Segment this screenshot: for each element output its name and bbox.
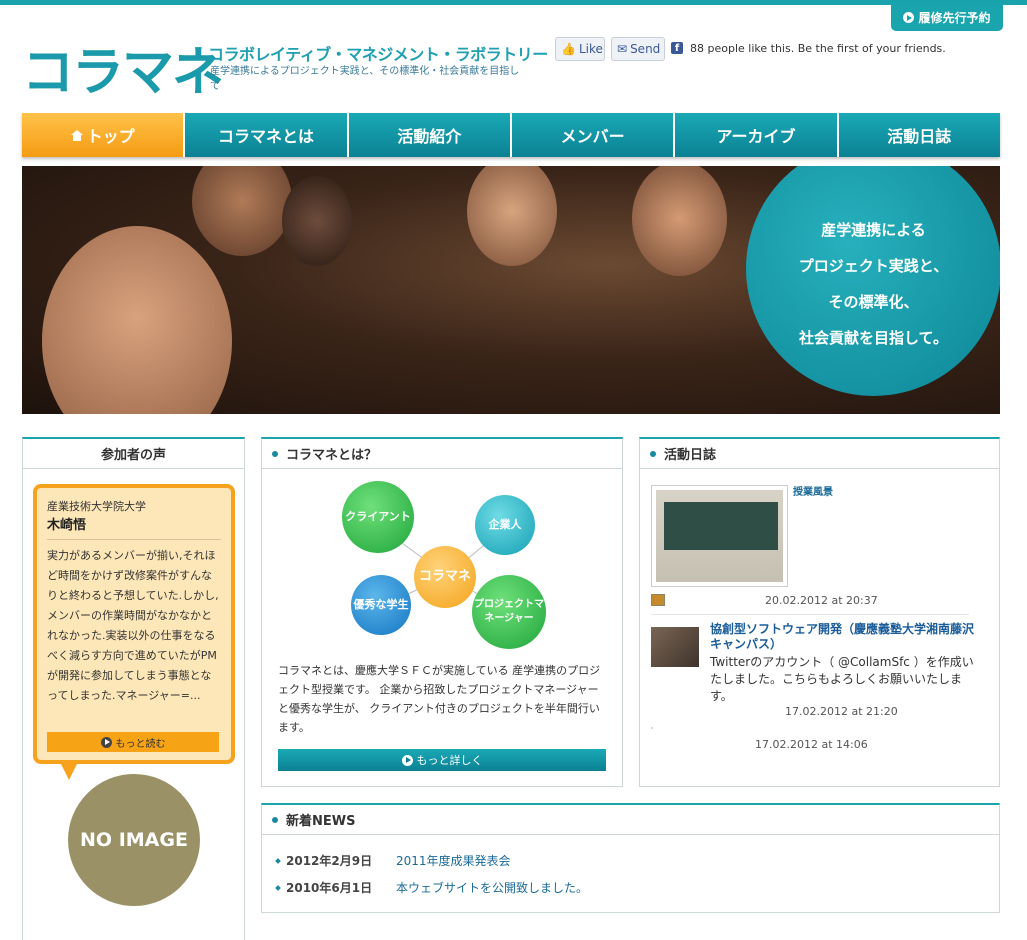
diagram-node-center: コラマネ: [414, 546, 476, 608]
activity-diary-panel: 活動日誌 授業風景 20.02.2012 at 20:37 協創型ソフトウェア開…: [639, 437, 1000, 787]
site-logo[interactable]: コラマネ: [22, 30, 224, 105]
panel-title: 活動日誌: [640, 439, 999, 469]
facebook-send-button[interactable]: ✉ Send: [611, 37, 665, 61]
nav-top[interactable]: トップ: [22, 113, 186, 157]
nav-diary[interactable]: 活動日誌: [838, 113, 1000, 157]
classroom-photo[interactable]: [651, 485, 788, 587]
nav-top-label: トップ: [86, 127, 135, 146]
bullet-icon: [272, 816, 278, 823]
diamond-icon: [275, 884, 281, 891]
read-more-button[interactable]: もっと読む: [47, 732, 219, 752]
about-description: コラマネとは、慶應大学ＳＦＣが実施している 産学連携のプロジェクト型授業です。 …: [278, 664, 601, 734]
diary-entry-date: 17.02.2012 at 14:06: [755, 738, 868, 751]
hero-line: その標準化、: [828, 292, 919, 311]
bullet-icon: [272, 450, 278, 457]
participant-voice-panel: 参加者の声 産業技術大学院大学 木崎悟 実力があるメンバーが揃い,それほど時間を…: [22, 437, 245, 940]
hero-line: 産学連携による: [821, 220, 926, 239]
hero-photo-person: [467, 166, 557, 266]
nav-about[interactable]: コラマネとは: [185, 113, 349, 157]
bullet-icon: [650, 450, 656, 457]
home-icon: [70, 129, 83, 141]
diary-entry-date: 20.02.2012 at 20:37: [765, 594, 878, 607]
panel-title: コラマネとは？: [262, 439, 622, 469]
hero-line: 社会貢献を目指して。: [798, 328, 949, 347]
no-image-placeholder: NO IMAGE: [68, 774, 200, 906]
chalkboard-image: [664, 502, 778, 550]
main-nav: トップ コラマネとは 活動紹介 メンバー アーカイブ 活動日誌: [22, 113, 1000, 157]
hero-photo-person: [282, 176, 352, 266]
logo-tagline: 産学連携によるプロジェクト実践と、その標準化・社会貢献を目指して: [210, 66, 520, 92]
news-title: 新着NEWS: [286, 814, 356, 829]
divider: [651, 614, 969, 615]
diagram-node-company: 企業人: [475, 495, 535, 555]
hero-banner: 産学連携による プロジェクト実践と、 その標準化、 社会貢献を目指して。: [22, 166, 1000, 414]
diary-entry-title[interactable]: 協創型ソフトウェア開発（慶應義塾大学湘南藤沢キャンパス）: [710, 622, 980, 652]
diagram-node-pm: プロジェクトマネージャー: [472, 575, 546, 649]
nav-activities[interactable]: 活動紹介: [348, 113, 512, 157]
facebook-like-button[interactable]: 👍 Like: [555, 37, 605, 61]
about-title: コラマネとは？: [286, 448, 378, 463]
hero-photo-person: [42, 226, 232, 414]
nav-archive[interactable]: アーカイブ: [675, 113, 839, 157]
news-item: 2010年6月1日 本ウェブサイトを公開致しました。: [275, 879, 588, 896]
hero-message-circle: 産学連携による プロジェクト実践と、 その標準化、 社会貢献を目指して。: [746, 166, 1000, 396]
news-link[interactable]: 2011年度成果発表会: [396, 852, 511, 869]
panel-title: 参加者の声: [23, 439, 244, 469]
facebook-like-count: 88 people like this. Be the first of you…: [690, 42, 946, 55]
testimonial-name: 木崎悟: [47, 514, 221, 540]
play-icon: [401, 754, 413, 766]
classroom-photo-inner: [656, 490, 783, 582]
play-icon: [903, 12, 915, 23]
panel-title: 新着NEWS: [262, 805, 999, 835]
diary-entry-body: Twitterのアカウント（ @CollamSfc ）を作成いたしました。こちら…: [710, 655, 974, 703]
facebook-like-label: Like: [578, 42, 603, 56]
logo-subtitle: コラボレイティブ・マネジメント・ラボラトリー: [208, 45, 548, 64]
diamond-icon: [275, 857, 281, 864]
facebook-send-label: Send: [630, 42, 661, 56]
play-icon: [100, 736, 112, 748]
diagram-node-client: クライアント: [342, 481, 414, 553]
news-date: 2010年6月1日: [286, 881, 373, 895]
news-link[interactable]: 本ウェブサイトを公開致しました。: [396, 879, 588, 896]
testimonial-bubble: 産業技術大学院大学 木崎悟 実力があるメンバーが揃い,それほど時間をかけず改修案…: [33, 484, 235, 780]
group-photo-thumbnail[interactable]: [651, 627, 699, 667]
relationship-diagram: クライアント 企業人 コラマネ 優秀な学生 プロジェクトマネージャー: [337, 481, 557, 661]
tiny-mark: ': [651, 726, 654, 735]
testimonial-org: 産業技術大学院大学: [47, 500, 146, 513]
nav-members[interactable]: メンバー: [511, 113, 676, 157]
diagram-node-student: 優秀な学生: [351, 575, 411, 635]
news-date: 2012年2月9日: [286, 854, 373, 868]
news-panel: 新着NEWS 2012年2月9日 2011年度成果発表会 2010年6月1日 本…: [261, 803, 1000, 913]
thumbs-up-icon: 👍: [561, 42, 576, 56]
facebook-icon: f: [671, 42, 683, 54]
about-panel: コラマネとは？ クライアント 企業人 コラマネ 優秀な学生 プロジェクトマネージ…: [261, 437, 623, 787]
hero-line: プロジェクト実践と、: [798, 256, 949, 275]
speech-bubble-icon: ✉: [617, 42, 628, 56]
top-accent-bar: [0, 0, 1027, 5]
learn-more-button[interactable]: もっと詳しく: [278, 749, 606, 771]
course-reservation-label: 履修先行予約: [918, 11, 991, 25]
hero-photo-person: [632, 166, 727, 276]
diary-entry-title[interactable]: 授業風景: [793, 483, 833, 498]
diary-title: 活動日誌: [664, 448, 717, 463]
hero-photo-person: [192, 166, 292, 256]
testimonial-text: 実力があるメンバーが揃い,それほど時間をかけず改修案件がすんなりと終わると予想し…: [47, 549, 219, 702]
read-more-label: もっと読む: [115, 738, 166, 750]
course-reservation-button[interactable]: 履修先行予約: [891, 4, 1003, 31]
learn-more-label: もっと詳しく: [416, 754, 483, 767]
diary-entry-date: 17.02.2012 at 21:20: [785, 705, 898, 718]
news-item: 2012年2月9日 2011年度成果発表会: [275, 852, 511, 869]
photo-icon: [651, 594, 665, 606]
